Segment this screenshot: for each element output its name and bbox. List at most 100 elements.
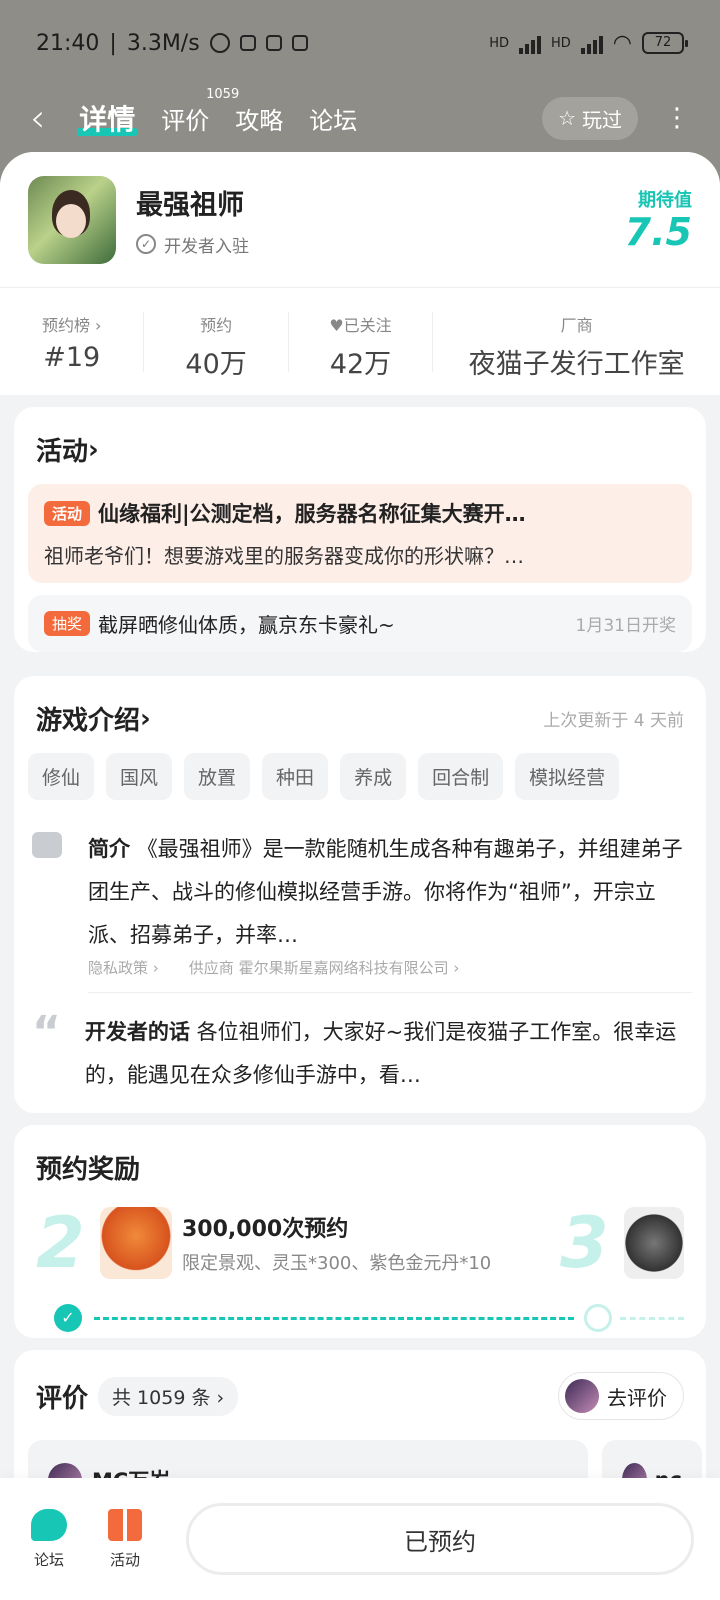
developer-words-block[interactable]: “ 开发者的话 各位祖师们，大家好~我们是夜猫子工作室。很幸运的，能遇见在众多修… xyxy=(28,993,692,1113)
detail-sheet: 最强祖师 ✓ 开发者入驻 期待值 7.5 预约榜 › #19 预约 40万 ♥已关注 4… xyxy=(0,152,720,1600)
game-title: 最强祖师 xyxy=(136,189,244,221)
tab-forum[interactable]: 论坛 xyxy=(309,101,357,136)
signal-icon xyxy=(519,32,541,54)
status-time: 21:40 xyxy=(36,30,100,56)
intro-links: 隐私政策 › 供应商 霍尔果斯星嘉网络科技有限公司 › xyxy=(88,957,692,993)
played-label: 玩过 xyxy=(582,107,622,132)
star-icon: ☆ xyxy=(558,106,576,130)
activity-header[interactable]: 活动 › xyxy=(28,407,692,484)
reward-progress: ✓ xyxy=(36,1290,684,1338)
tag-list: 修仙 国风 放置 种田 养成 回合制 模拟经营 xyxy=(28,753,692,810)
stat-reservations-label: 预约 xyxy=(200,315,233,335)
tag-chip[interactable]: 模拟经营 xyxy=(515,753,620,800)
reviews-count[interactable]: 共 1059 条 › xyxy=(98,1376,239,1416)
lottery-item[interactable]: 抽奖 截屏晒修仙体质，赢京东卡豪礼~ 1月31日开奖 xyxy=(28,595,692,652)
stat-publisher-label: 厂商 xyxy=(560,315,593,335)
reward-image xyxy=(100,1207,172,1279)
tag-chip[interactable]: 养成 xyxy=(340,753,407,800)
tag-chip[interactable]: 放置 xyxy=(184,753,251,800)
played-button[interactable]: ☆ 玩过 xyxy=(542,96,638,140)
expectation-value: 7.5 xyxy=(624,209,692,254)
activity-card: 活动 › 活动 仙缘福利|公测定档，服务器名称征集大赛开… 祖师老爷们！想要游戏里的… xyxy=(14,407,706,652)
milestone-marker xyxy=(584,1304,612,1332)
activity-item[interactable]: 活动 仙缘福利|公测定档，服务器名称征集大赛开… 祖师老爷们！想要游戏里的服务器变… xyxy=(28,484,692,583)
more-menu-icon[interactable]: ⋮ xyxy=(664,105,690,131)
lottery-text: 截屏晒修仙体质，赢京东卡豪礼~ xyxy=(98,613,395,637)
reward-title: 300,000次预约 xyxy=(182,1217,349,1242)
app-notification-icon xyxy=(291,35,308,51)
lottery-date: 1月31日开奖 xyxy=(575,616,676,636)
tag-chip[interactable]: 修仙 xyxy=(28,753,95,800)
game-intro-card: 游戏介绍 › 上次更新于 4 天前 修仙 国风 放置 种田 养成 回合制 模拟经营 … xyxy=(14,676,706,1113)
tag-chip[interactable]: 回合制 xyxy=(418,753,504,800)
rewards-title: 预约奖励 xyxy=(36,1155,141,1185)
activity-label: 活动 xyxy=(109,1550,140,1569)
stat-followers-label: 已关注 xyxy=(343,315,392,335)
supplier-link[interactable]: 供应商 霍尔果斯星嘉网络科技有限公司 › xyxy=(189,957,460,978)
stat-followers[interactable]: ♥已关注 42万 xyxy=(289,311,434,380)
progress-line xyxy=(94,1317,574,1320)
gift-icon xyxy=(108,1508,142,1541)
reward-milestone: 2 300,000次预约 限定景观、灵玉*300、紫色金元丹*10 3 xyxy=(28,1202,692,1284)
developer-badge: ✓ 开发者入驻 xyxy=(136,232,249,257)
wifi-icon: ◠ xyxy=(612,30,632,56)
stat-reservations: 预约 40万 xyxy=(144,311,289,380)
reward-desc: 限定景观、灵玉*300、紫色金元丹*10 xyxy=(182,1253,492,1274)
summary-block[interactable]: 简介 《最强祖师》是一款能随机生成各种有趣弟子，并组建弟子团生产、战斗的修仙模拟… xyxy=(28,810,692,957)
stat-rank[interactable]: 预约榜 › #19 xyxy=(0,311,145,373)
activity-item-desc: 祖师老爷们！想要游戏里的服务器变成你的形状嘛？… xyxy=(44,544,524,568)
app-notification-icon xyxy=(265,35,282,51)
quote-icon: “ xyxy=(32,1007,61,1058)
signal-icon xyxy=(580,32,603,54)
back-icon[interactable]: ‹ xyxy=(30,99,45,137)
tag-chip[interactable]: 种田 xyxy=(262,753,329,800)
reserved-button[interactable]: 已预约 xyxy=(186,1503,694,1575)
reward-image xyxy=(624,1207,684,1279)
heart-icon: ♥ xyxy=(329,315,344,335)
progress-line xyxy=(620,1317,684,1320)
chevron-right-icon: › xyxy=(140,703,151,734)
game-intro-header[interactable]: 游戏介绍 › 上次更新于 4 天前 xyxy=(28,676,692,753)
activity-button[interactable]: 活动 xyxy=(102,1508,148,1570)
privacy-policy-link[interactable]: 隐私政策 › xyxy=(88,957,159,978)
milestone-number: 2 xyxy=(36,1202,85,1284)
forum-icon xyxy=(31,1508,67,1541)
write-review-label: 去评价 xyxy=(607,1385,667,1410)
expectation-score: 期待值 7.5 xyxy=(625,186,692,254)
battery-indicator: 72 xyxy=(642,32,688,54)
reviews-count-label: 共 1059 条 xyxy=(112,1386,211,1409)
expectation-label: 期待值 xyxy=(638,189,692,211)
verified-icon: ✓ xyxy=(136,234,156,254)
check-icon: ✓ xyxy=(54,1304,82,1332)
status-speed: 3.3M/s xyxy=(126,30,200,56)
write-review-button[interactable]: 去评价 xyxy=(558,1372,684,1420)
game-icon xyxy=(28,175,116,264)
privacy-policy-label: 隐私政策 xyxy=(88,959,149,977)
activity-item-title: 仙缘福利|公测定档，服务器名称征集大赛开… xyxy=(98,502,526,526)
stat-reservations-value: 40万 xyxy=(185,348,247,380)
status-bar: 21:40 | 3.3M/s HD HD ◠ 72 xyxy=(0,0,720,86)
tab-guides[interactable]: 攻略 xyxy=(235,101,283,136)
milestone-number: 3 xyxy=(560,1202,609,1284)
chevron-right-icon: › xyxy=(88,434,99,465)
top-nav: ‹ 详情 评价 1059 攻略 论坛 ☆ 玩过 ⋮ xyxy=(0,86,720,150)
app-notification-icon xyxy=(239,35,256,51)
avatar xyxy=(565,1379,599,1413)
reservation-rewards-card: 预约奖励 2 300,000次预约 限定景观、灵玉*300、紫色金元丹*10 3… xyxy=(14,1125,706,1338)
supplier-label: 供应商 霍尔果斯星嘉网络科技有限公司 xyxy=(188,959,449,977)
forum-label: 论坛 xyxy=(33,1550,64,1569)
game-header: 最强祖师 ✓ 开发者入驻 期待值 7.5 xyxy=(0,152,720,287)
forum-button[interactable]: 论坛 xyxy=(26,1508,72,1570)
bottom-bar: 论坛 活动 已预约 xyxy=(0,1478,720,1600)
review-count-badge: 1059 xyxy=(206,86,240,102)
summary-label: 简介 xyxy=(88,837,130,861)
tag-chip[interactable]: 国风 xyxy=(106,753,173,800)
tab-reviews[interactable]: 评价 1059 xyxy=(161,87,239,136)
document-icon xyxy=(32,832,62,858)
stat-followers-value: 42万 xyxy=(329,348,392,380)
lottery-tag: 抽奖 xyxy=(44,611,91,636)
tab-details[interactable]: 详情 xyxy=(77,98,138,138)
stat-publisher[interactable]: 厂商 夜猫子发行工作室 xyxy=(433,312,720,380)
hd-label: HD xyxy=(551,35,571,51)
game-intro-title: 游戏介绍 xyxy=(36,706,141,736)
